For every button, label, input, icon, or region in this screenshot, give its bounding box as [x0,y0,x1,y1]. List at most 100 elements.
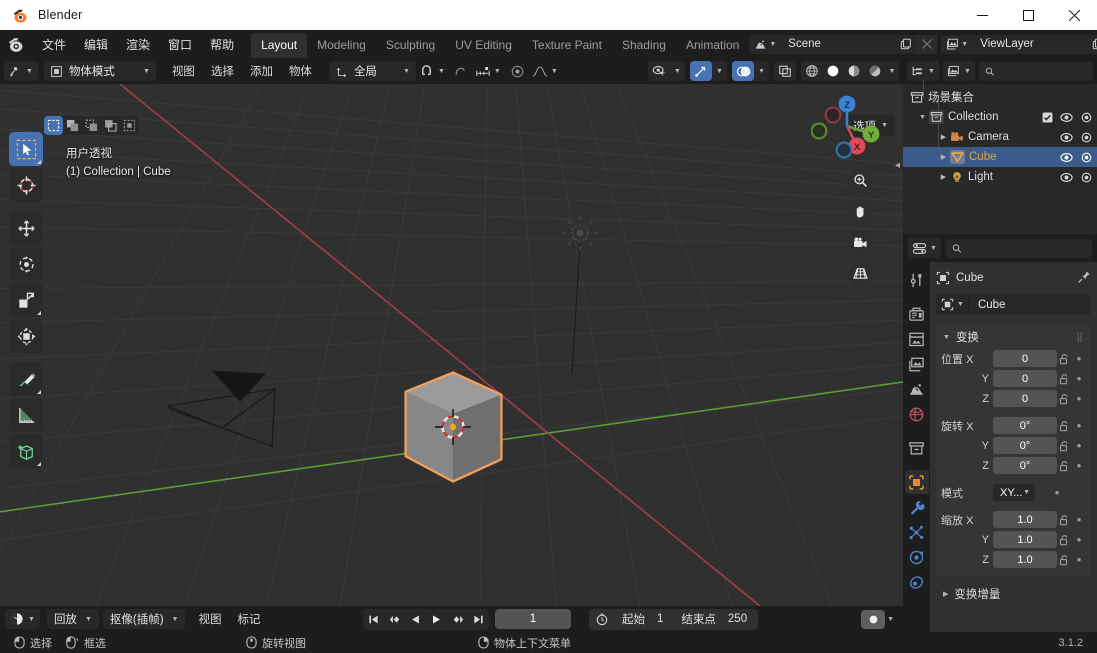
view-layer-tab[interactable] [905,352,929,376]
object-visibility-button[interactable] [648,61,670,81]
difference-select-button[interactable] [101,116,120,135]
snap-magnet-button[interactable] [416,61,438,81]
intersect-select-button[interactable] [120,116,139,135]
previous-keyframe-button[interactable] [384,609,405,630]
animate-dot-icon[interactable]: • [1050,485,1064,500]
eye-icon[interactable] [1060,152,1073,163]
tool-scale[interactable] [9,283,43,317]
tool-move[interactable] [9,211,43,245]
lock-icon[interactable] [1057,393,1072,405]
output-tab[interactable] [905,327,929,351]
object-tab[interactable] [904,470,929,494]
timeline-menu-marker[interactable]: 标记 [229,608,268,630]
scene-name-field[interactable]: Scene [780,34,896,54]
tool-measure[interactable] [9,398,43,432]
workspace-tab-modeling[interactable]: Modeling [307,33,376,58]
animate-dot-icon[interactable]: • [1072,391,1086,406]
collection-tab[interactable] [905,436,929,460]
proportional-falloff-button[interactable] [529,61,551,81]
modifier-tab[interactable] [905,495,929,519]
expand-arrow-icon[interactable]: ▼ [916,114,929,121]
workspace-tab-layout[interactable]: Layout [251,33,308,58]
navigation-gizmo[interactable]: Z Y X [811,90,883,162]
transform-orientation-dropdown[interactable]: 全局 ▼ [329,61,416,81]
chevron-right-icon[interactable]: ▶ [943,590,948,598]
workspace-tab-sculpting[interactable]: Sculpting [376,33,445,58]
subtract-select-button[interactable] [82,116,101,135]
tweak-select-button[interactable] [44,116,63,135]
new-scene-button[interactable] [895,34,917,54]
animate-dot-icon[interactable]: • [1072,351,1086,366]
rotation-y-field[interactable]: 0° [993,437,1057,454]
animate-dot-icon[interactable]: • [1072,371,1086,386]
outliner-row-cube[interactable]: ▶ Cube [903,147,1097,167]
xray-toggle-button[interactable] [774,61,796,81]
tool-cursor[interactable] [9,168,43,202]
drag-handle-icon[interactable]: ⣿ [1076,332,1084,343]
viewport-menu-select[interactable]: 选择 [203,60,242,82]
lock-icon[interactable] [1057,440,1072,452]
menu-render[interactable]: 渲染 [117,33,159,56]
shading-rendered-button[interactable] [864,61,885,81]
lock-icon[interactable] [1057,534,1072,546]
play-reverse-button[interactable] [405,609,426,630]
animate-dot-icon[interactable]: • [1072,418,1086,433]
outliner-editor-type[interactable]: ▼ [907,61,939,81]
outliner-display-mode[interactable]: ▼ [942,61,975,81]
delta-transform-panel-header[interactable]: ▶ 变换增量 [936,583,1091,605]
object-name-field[interactable]: ▼ Cube [936,294,1091,315]
eye-icon[interactable] [1060,132,1073,143]
animate-dot-icon[interactable]: • [1072,552,1086,567]
camera-render-icon[interactable] [1080,112,1093,123]
close-button[interactable] [1051,0,1097,30]
next-keyframe-button[interactable] [447,609,468,630]
lock-icon[interactable] [1057,420,1072,432]
menu-help[interactable]: 帮助 [201,33,243,56]
gizmo-toggle-button[interactable] [690,61,712,81]
scene-tab[interactable] [905,377,929,401]
use-preview-range-icon[interactable] [591,609,613,629]
tool-tab[interactable] [905,268,929,292]
world-tab[interactable] [905,402,929,426]
lock-icon[interactable] [1057,514,1072,526]
location-x-field[interactable]: 0 [993,350,1057,367]
extend-select-button[interactable] [63,116,82,135]
tool-select-box[interactable] [9,132,43,166]
blender-menu-icon[interactable] [6,34,26,54]
constraints-tab[interactable] [905,570,929,594]
outliner-row-light[interactable]: ▶ Light [903,167,1097,187]
visibility-dropdown[interactable]: ▼ [670,61,685,81]
timeline-menu-view[interactable]: 视图 [190,608,229,630]
animate-dot-icon[interactable]: • [1072,438,1086,453]
scale-x-field[interactable]: 1.0 [993,511,1057,528]
hand-icon[interactable] [848,199,873,224]
auto-keying-button[interactable] [861,609,886,629]
interaction-mode-dropdown[interactable]: 物体模式 ▼ [43,61,156,81]
shading-wireframe-button[interactable] [801,61,822,81]
outliner-search-field[interactable] [999,65,1087,77]
rotation-x-field[interactable]: 0° [993,417,1057,434]
workspace-tab-shading[interactable]: Shading [612,33,676,58]
camera-render-icon[interactable] [1080,132,1093,143]
new-view-layer-button[interactable] [1087,34,1097,54]
scene-browse-dropdown[interactable]: ▼ [749,34,781,54]
start-frame-field[interactable]: 起始 1 [613,609,673,629]
gizmo-dropdown[interactable]: ▼ [712,61,727,81]
shading-solid-button[interactable] [822,61,843,81]
properties-editor-type[interactable]: ▼ [908,238,941,258]
pin-icon[interactable] [1077,270,1091,287]
properties-search-input[interactable] [945,238,1092,258]
sidebar-collapse-arrow[interactable]: ◂ [895,160,900,171]
menu-window[interactable]: 窗口 [159,33,201,56]
rotation-z-field[interactable]: 0° [993,457,1057,474]
snap-toggle-button[interactable] [450,61,472,81]
workspace-tab-uv-editing[interactable]: UV Editing [445,33,522,58]
snap-target-button[interactable] [472,61,494,81]
render-tab[interactable] [905,302,929,326]
outliner-row-collection[interactable]: ▼ Collection [903,107,1097,127]
tool-annotate[interactable] [9,362,43,396]
lock-icon[interactable] [1057,353,1072,365]
expand-arrow-icon[interactable]: ▶ [937,133,950,141]
camera-render-icon[interactable] [1080,152,1093,163]
particles-tab[interactable] [905,520,929,544]
